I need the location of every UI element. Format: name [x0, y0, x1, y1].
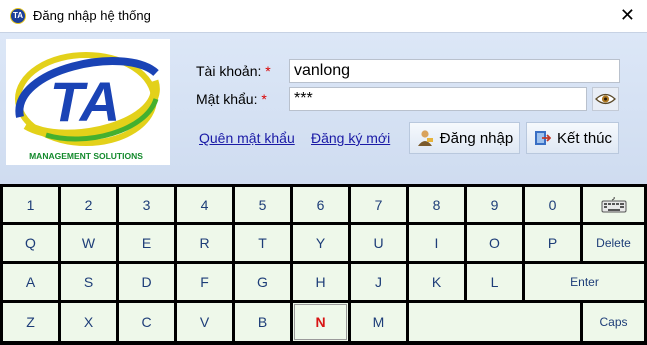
- key-h[interactable]: H: [293, 264, 348, 300]
- key-k[interactable]: K: [409, 264, 464, 300]
- key-o[interactable]: O: [467, 225, 522, 261]
- keyboard-icon: [601, 196, 626, 212]
- title-bar: TA Đăng nhập hệ thống ✕: [0, 0, 647, 32]
- exit-button-label: Kết thúc: [556, 129, 613, 147]
- key-p[interactable]: P: [525, 225, 580, 261]
- close-button[interactable]: ✕: [620, 5, 635, 26]
- key-t[interactable]: T: [235, 225, 290, 261]
- key-u[interactable]: U: [351, 225, 406, 261]
- key-n[interactable]: N: [293, 303, 348, 341]
- key-d[interactable]: D: [119, 264, 174, 300]
- login-panel: TA MANAGEMENT SOLUTIONS Tài khoản: * van…: [0, 32, 647, 184]
- key-x[interactable]: X: [61, 303, 116, 341]
- user-login-icon: [417, 130, 433, 146]
- enter-key[interactable]: Enter: [525, 264, 644, 300]
- key-z[interactable]: Z: [3, 303, 58, 341]
- login-button-label: Đăng nhập: [439, 129, 514, 147]
- register-link[interactable]: Đăng ký mới: [311, 130, 390, 146]
- key-v[interactable]: V: [177, 303, 232, 341]
- eye-icon: [595, 93, 616, 105]
- key-g[interactable]: G: [235, 264, 290, 300]
- key-3[interactable]: 3: [119, 187, 174, 222]
- exit-door-icon: [534, 131, 551, 145]
- key-s[interactable]: S: [61, 264, 116, 300]
- key-e[interactable]: E: [119, 225, 174, 261]
- show-password-button[interactable]: [592, 87, 619, 111]
- key-b[interactable]: B: [235, 303, 290, 341]
- key-0[interactable]: 0: [525, 187, 580, 222]
- login-window: TA Đăng nhập hệ thống ✕ TA MANAGEMENT SO…: [0, 0, 647, 345]
- key-w[interactable]: W: [61, 225, 116, 261]
- key-y[interactable]: Y: [293, 225, 348, 261]
- ta-logo-graphic: TA MANAGEMENT SOLUTIONS: [15, 52, 160, 161]
- key-5[interactable]: 5: [235, 187, 290, 222]
- password-label: Mật khẩu: *: [196, 91, 267, 107]
- key-a[interactable]: A: [3, 264, 58, 300]
- key-l[interactable]: L: [467, 264, 522, 300]
- key-i[interactable]: I: [409, 225, 464, 261]
- password-input[interactable]: ***: [289, 87, 587, 111]
- key-9[interactable]: 9: [467, 187, 522, 222]
- key-f[interactable]: F: [177, 264, 232, 300]
- key-q[interactable]: Q: [3, 225, 58, 261]
- password-label-text: Mật khẩu:: [196, 91, 258, 107]
- login-button[interactable]: Đăng nhập: [409, 122, 520, 154]
- key-8[interactable]: 8: [409, 187, 464, 222]
- onscreen-keyboard: 1 2 3 4 5 6 7 8 9 0 Q W E R T Y U I O P …: [0, 184, 647, 345]
- key-6[interactable]: 6: [293, 187, 348, 222]
- key-j[interactable]: J: [351, 264, 406, 300]
- required-mark: *: [261, 91, 267, 107]
- account-label-text: Tài khoản:: [196, 63, 262, 79]
- logo-letters: TA: [50, 70, 121, 133]
- company-logo: TA MANAGEMENT SOLUTIONS: [6, 39, 170, 165]
- key-c[interactable]: C: [119, 303, 174, 341]
- space-key[interactable]: [409, 303, 580, 341]
- key-m[interactable]: M: [351, 303, 406, 341]
- key-4[interactable]: 4: [177, 187, 232, 222]
- caps-key[interactable]: Caps: [583, 303, 644, 341]
- keyboard-toggle-button[interactable]: [583, 187, 644, 222]
- key-7[interactable]: 7: [351, 187, 406, 222]
- account-label: Tài khoản: *: [196, 63, 271, 79]
- exit-button[interactable]: Kết thúc: [526, 122, 619, 154]
- key-2[interactable]: 2: [61, 187, 116, 222]
- window-title: Đăng nhập hệ thống: [33, 8, 151, 23]
- key-r[interactable]: R: [177, 225, 232, 261]
- delete-key[interactable]: Delete: [583, 225, 644, 261]
- required-mark: *: [265, 63, 271, 79]
- forgot-password-link[interactable]: Quên mật khẩu: [199, 130, 295, 146]
- ta-app-icon: TA: [10, 8, 26, 24]
- logo-tagline: MANAGEMENT SOLUTIONS: [29, 151, 143, 161]
- account-input[interactable]: vanlong: [289, 59, 620, 83]
- key-1[interactable]: 1: [3, 187, 58, 222]
